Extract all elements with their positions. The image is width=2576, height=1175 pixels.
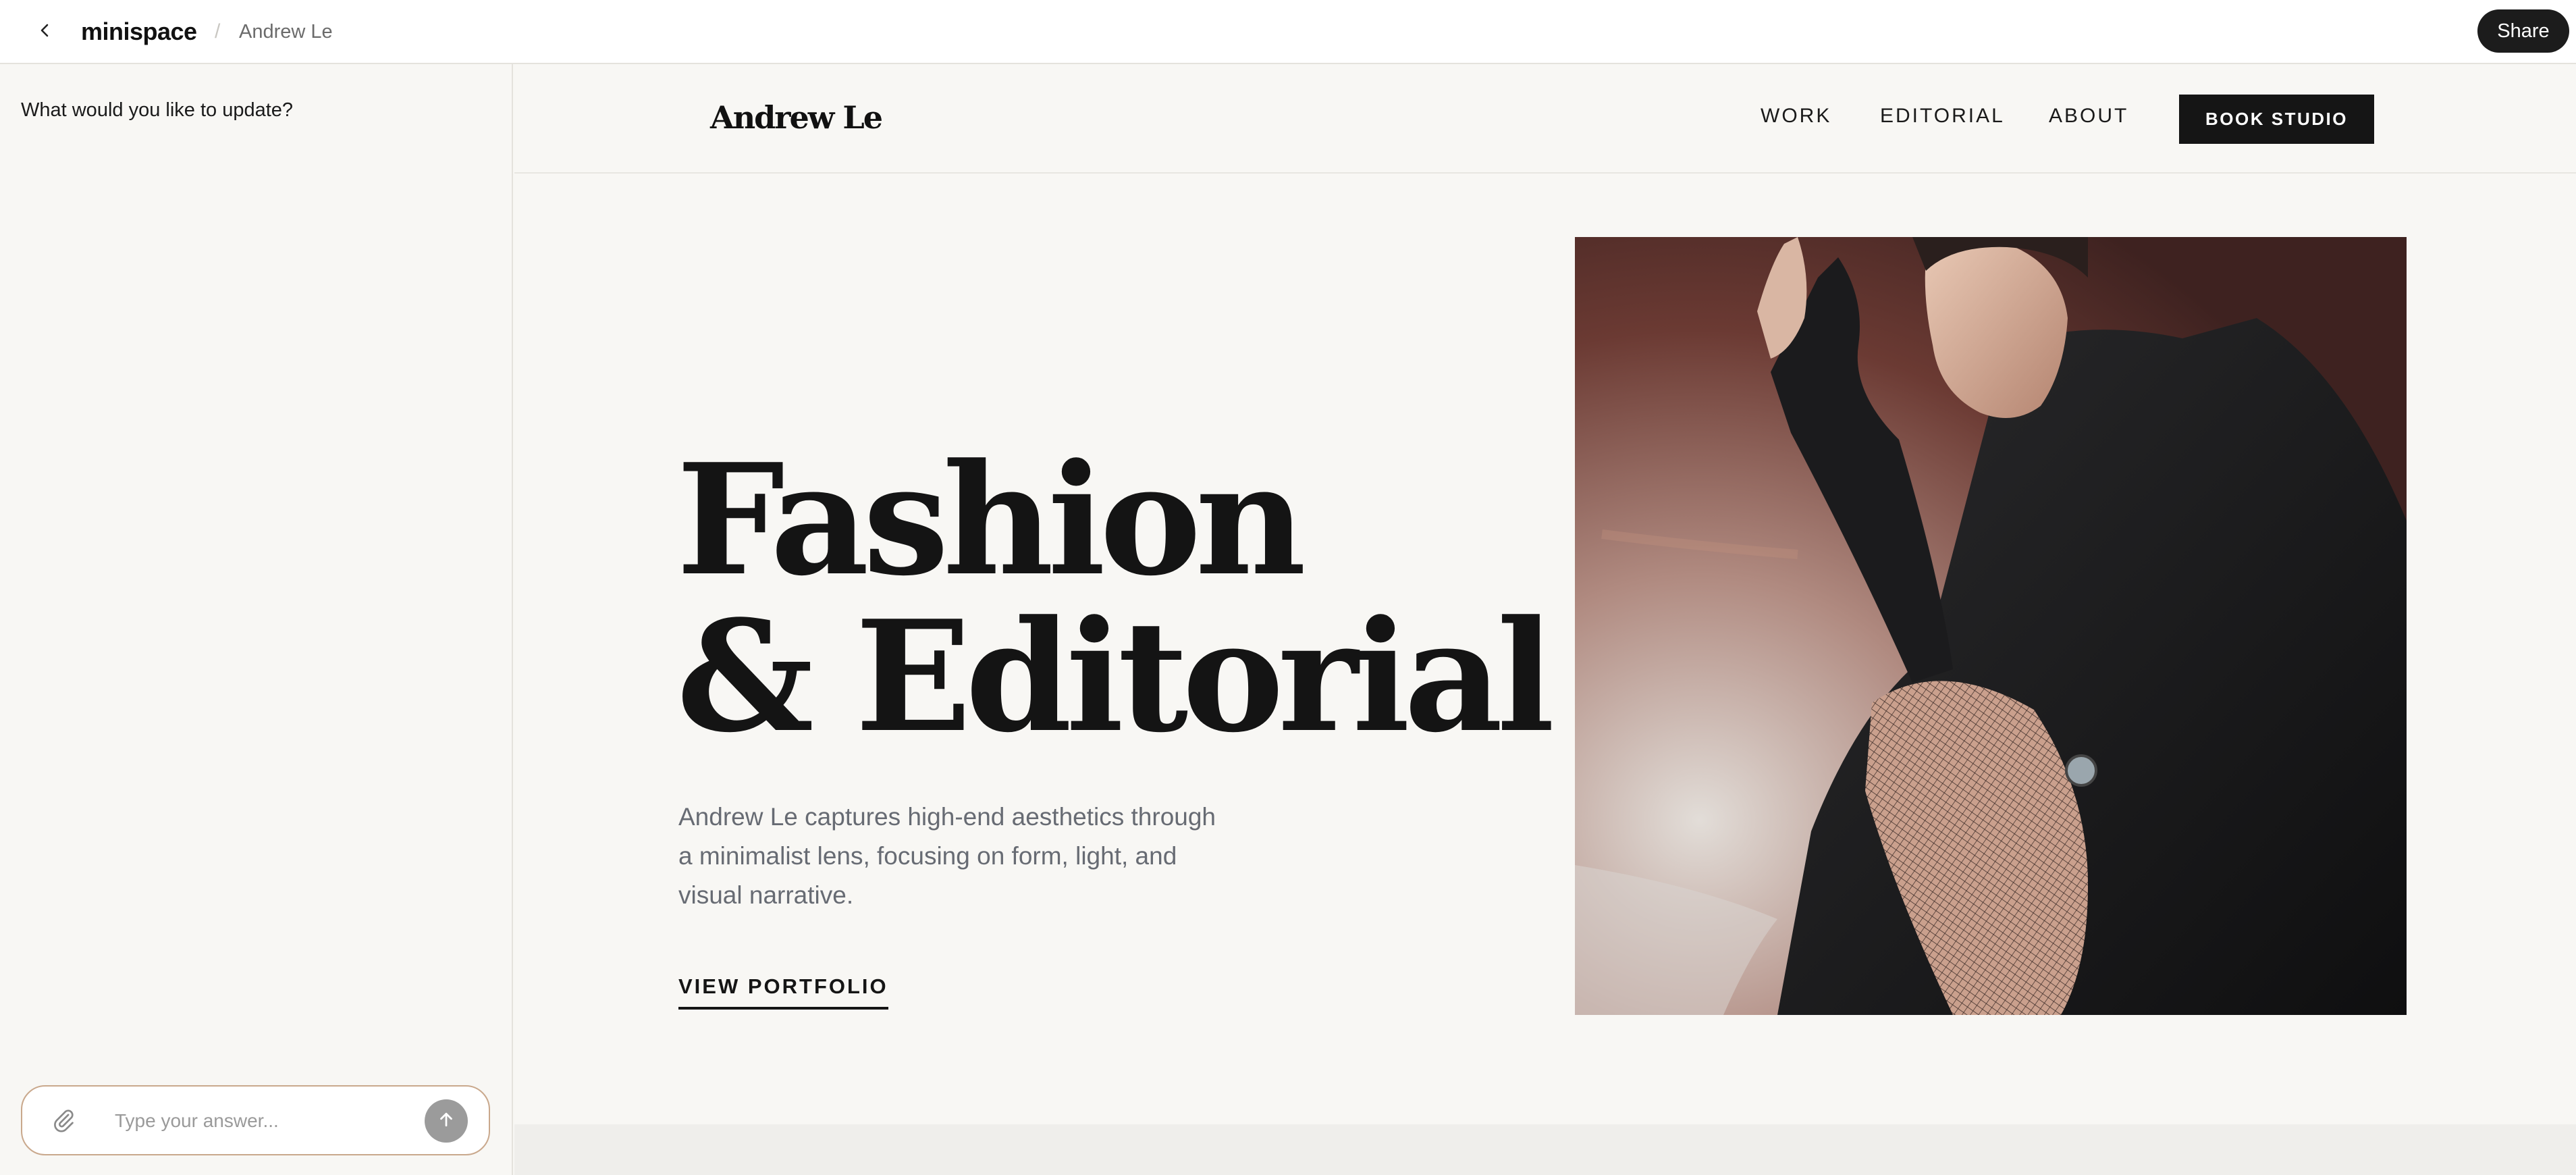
hero-title-line-2: & Editorial [676, 588, 1555, 766]
book-studio-button[interactable]: BOOK STUDIO [2179, 95, 2374, 144]
nav-link-about[interactable]: ABOUT [2049, 105, 2128, 128]
assistant-prompt: What would you like to update? [21, 99, 294, 121]
arrow-up-icon [436, 1109, 456, 1133]
next-section-band [514, 1124, 2576, 1175]
site-header: Andrew Le WORK EDITORIAL ABOUT BOOK STUD… [514, 64, 2576, 174]
hero-title: Fashion & Editorial [676, 431, 1555, 766]
chat-panel: What would you like to update? [0, 64, 513, 1175]
share-button[interactable]: Share [2477, 9, 2569, 53]
back-button[interactable] [28, 15, 62, 49]
nav-link-work[interactable]: WORK [1761, 105, 1831, 128]
send-button[interactable] [425, 1099, 468, 1143]
hero-description: Andrew Le captures high-end aesthetics t… [678, 803, 1216, 909]
app-brand[interactable]: minispace [81, 15, 197, 49]
nav-link-editorial[interactable]: EDITORIAL [1880, 105, 2005, 128]
hero-fashion-photo [1575, 237, 2407, 1015]
paperclip-icon [51, 1107, 76, 1136]
view-portfolio-link[interactable]: VIEW PORTFOLIO [678, 974, 888, 1010]
chat-input-box [21, 1085, 490, 1155]
chevron-left-icon [38, 23, 53, 41]
site-preview: Andrew Le WORK EDITORIAL ABOUT BOOK STUD… [514, 64, 2576, 1175]
breadcrumb-separator: / [215, 20, 221, 43]
site-logo[interactable]: Andrew Le [710, 99, 883, 136]
answer-input[interactable] [113, 1100, 410, 1142]
hero-title-line-1: Fashion [676, 431, 1306, 610]
attach-button[interactable] [48, 1105, 79, 1137]
top-bar: minispace / Andrew Le Share [0, 0, 2576, 64]
breadcrumb-project-name[interactable]: Andrew Le [239, 15, 333, 49]
